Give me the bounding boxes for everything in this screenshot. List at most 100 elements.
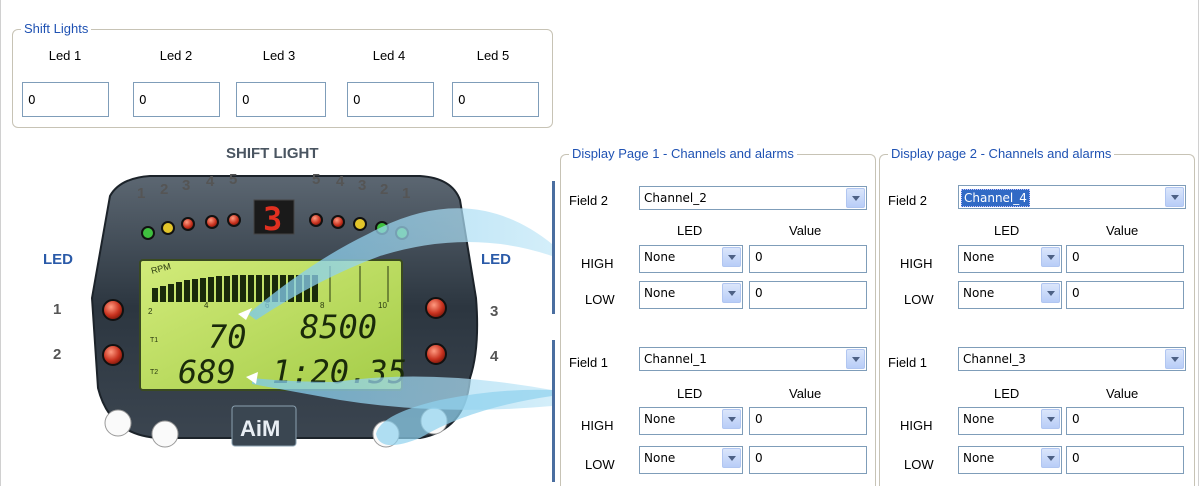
p2-field1-led-header: LED [994, 386, 1020, 401]
p1-field2-channel-select[interactable]: Channel_2 [639, 186, 867, 210]
chevron-down-icon[interactable] [846, 349, 865, 369]
scale-2: 2 [148, 307, 153, 316]
left-led-number: 1 [137, 185, 146, 202]
p1-field2-high-led-value: None [644, 250, 676, 264]
p2-field1-channel-value: Channel_3 [963, 352, 1026, 366]
p1-field1-low-led-select[interactable]: None [639, 446, 743, 474]
led-2: Led 2 [132, 48, 220, 70]
shift-led-red [331, 215, 345, 229]
chevron-down-icon[interactable] [1041, 409, 1060, 429]
chevron-down-icon[interactable] [1041, 283, 1060, 303]
shift-led-red [181, 217, 195, 231]
p2-field2-value-header: Value [1106, 223, 1139, 238]
shift-led-red [227, 213, 241, 227]
chevron-down-icon[interactable] [1041, 247, 1060, 267]
p1-field1-channel-select[interactable]: Channel_1 [639, 347, 867, 371]
p1-field1-led-header: LED [677, 386, 703, 401]
lcd-value-t1: 70 [208, 318, 247, 356]
p2-field1-high-label: HIGH [900, 418, 933, 433]
t1-label: T1 [150, 337, 158, 344]
p2-field1-low-led-value: None [963, 451, 995, 465]
p2-field1-low-led-select[interactable]: None [958, 446, 1062, 474]
left-led-number: 3 [182, 177, 191, 194]
device-button [151, 420, 179, 448]
led-3: Led 3 [235, 48, 323, 70]
led-4-input[interactable]: 0 [347, 82, 434, 117]
p2-field1-low-value-input[interactable]: 0 [1066, 446, 1184, 474]
p1-field2-channel-value: Channel_2 [644, 191, 707, 205]
t2-label: T2 [150, 369, 158, 376]
page-2-title: Display page 2 - Channels and alarms [888, 146, 1115, 162]
p2-field2-high-led-value: None [963, 250, 995, 264]
p2-field1-low-label: LOW [904, 457, 934, 472]
p1-field1-value-header: Value [789, 386, 822, 401]
separator-page1 [552, 181, 555, 314]
p2-field2-low-led-value: None [963, 286, 995, 300]
p2-field2-high-led-select[interactable]: None [958, 245, 1062, 273]
left-led-number: 5 [229, 171, 238, 188]
scale-4: 4 [204, 301, 209, 310]
chevron-down-icon[interactable] [846, 188, 865, 208]
chevron-down-icon[interactable] [722, 409, 741, 429]
device-button [104, 409, 132, 437]
side-led-4 [425, 343, 447, 365]
lcd-value-t2: 689 [178, 353, 236, 391]
p2-field2-high-value-input[interactable]: 0 [1066, 245, 1184, 273]
led-5: Led 5 [449, 48, 537, 70]
shift-led-red [309, 213, 323, 227]
aim-logo: AiM [240, 416, 280, 441]
p1-field1-channel-value: Channel_1 [644, 352, 707, 366]
side-number-4: 4 [490, 348, 499, 365]
left-led-number: 4 [206, 173, 215, 190]
chevron-down-icon[interactable] [722, 448, 741, 468]
led-5-input[interactable]: 0 [452, 82, 539, 117]
display-page-1-group: Display Page 1 - Channels and alarms Fie… [560, 146, 876, 486]
led-3-input[interactable]: 0 [236, 82, 326, 117]
side-number-3: 3 [490, 303, 499, 320]
p2-field2-led-header: LED [994, 223, 1020, 238]
p1-field1-low-value-input[interactable]: 0 [749, 446, 867, 474]
p1-field2-high-led-select[interactable]: None [639, 245, 743, 273]
led-1: Led 1 [21, 48, 109, 70]
chevron-down-icon[interactable] [1041, 448, 1060, 468]
side-led-3 [425, 297, 447, 319]
chevron-down-icon[interactable] [1165, 187, 1184, 207]
gear-value: 3 [263, 200, 282, 238]
p2-field1-high-led-select[interactable]: None [958, 407, 1062, 435]
p1-field2-low-led-value: None [644, 286, 676, 300]
side-led-2 [102, 344, 124, 366]
led-4: Led 4 [345, 48, 433, 70]
led-3-label: Led 3 [262, 48, 296, 63]
p1-field2-led-header: LED [677, 223, 703, 238]
p1-field1-label: Field 1 [569, 355, 609, 370]
chevron-down-icon[interactable] [722, 247, 741, 267]
p1-field2-low-led-select[interactable]: None [639, 281, 743, 309]
side-number-2: 2 [53, 346, 62, 363]
p2-field1-channel-select[interactable]: Channel_3 [958, 347, 1186, 371]
scale-10: 10 [378, 301, 387, 310]
chevron-down-icon[interactable] [1165, 349, 1184, 369]
shift-light-label: SHIFT LIGHT [226, 145, 319, 162]
p2-field1-value-header: Value [1106, 386, 1139, 401]
p2-field2-channel-value: Channel_4 [961, 189, 1030, 207]
p1-field1-high-label: HIGH [581, 418, 614, 433]
p1-field2-high-value-input[interactable]: 0 [749, 245, 867, 273]
p2-field2-low-led-select[interactable]: None [958, 281, 1062, 309]
p2-field1-label: Field 1 [888, 355, 928, 370]
p1-field2-low-value-input[interactable]: 0 [749, 281, 867, 309]
shift-lights-title: Shift Lights [21, 21, 92, 37]
led-2-input[interactable]: 0 [133, 82, 220, 117]
separator-page2 [552, 340, 555, 482]
p1-field2-label: Field 2 [569, 193, 609, 208]
led-2-label: Led 2 [159, 48, 193, 63]
p2-field1-high-value-input[interactable]: 0 [1066, 407, 1184, 435]
p2-field2-low-value-input[interactable]: 0 [1066, 281, 1184, 309]
p1-field1-low-led-value: None [644, 451, 676, 465]
p2-field2-channel-select[interactable]: Channel_4 [958, 185, 1186, 209]
p1-field1-high-led-select[interactable]: None [639, 407, 743, 435]
led-1-input[interactable]: 0 [22, 82, 109, 117]
left-led-number: 2 [160, 181, 169, 198]
chevron-down-icon[interactable] [722, 283, 741, 303]
led-1-label: Led 1 [48, 48, 82, 63]
p1-field1-high-value-input[interactable]: 0 [749, 407, 867, 435]
